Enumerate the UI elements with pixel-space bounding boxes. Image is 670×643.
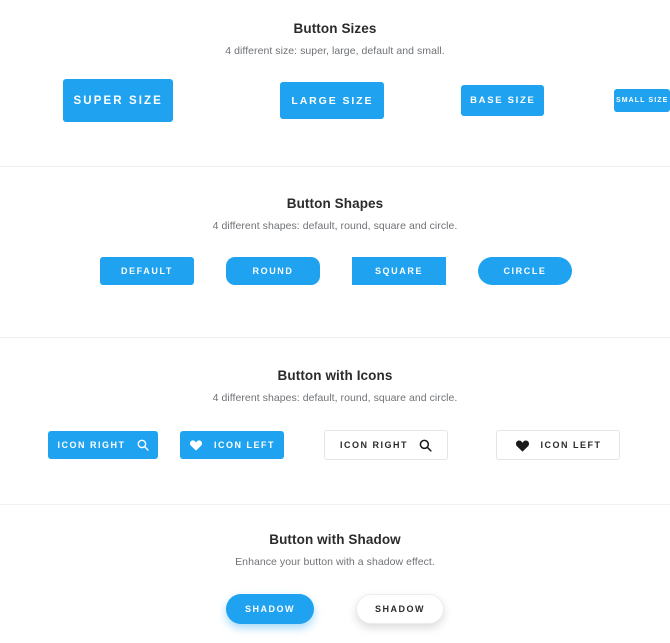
base-size-button[interactable]: BASE SIZE (461, 85, 545, 116)
circle-shape-button[interactable]: CIRCLE (478, 257, 572, 285)
square-shape-button[interactable]: SQUARE (352, 257, 446, 285)
large-size-button[interactable]: LARGE SIZE (280, 82, 385, 119)
section-subtitle: 4 different size: super, large, default … (225, 45, 445, 57)
default-shape-button[interactable]: DEFAULT (100, 257, 194, 285)
button-icons-row: ICON RIGHT ICON LEFT ICON RIGHT ICON LEF… (0, 430, 670, 460)
section-title: Button with Icons (277, 368, 393, 383)
section-subtitle: Enhance your button with a shadow effect… (235, 556, 435, 568)
button-showcase-page: Button Sizes 4 different size: super, la… (0, 0, 670, 643)
small-size-button[interactable]: SMALL SIZE (614, 89, 670, 112)
section-title: Button Sizes (293, 21, 377, 36)
icon-right-solid-button[interactable]: ICON RIGHT (48, 431, 158, 459)
section-button-with-icons: Button with Icons 4 different shapes: de… (0, 338, 670, 505)
super-size-button[interactable]: SUPER SIZE (63, 79, 174, 122)
section-title: Button Shapes (286, 196, 384, 211)
section-button-with-shadow: Button with Shadow Enhance your button w… (0, 505, 670, 643)
shadow-light-button[interactable]: SHADOW (356, 594, 444, 624)
heart-icon (189, 439, 203, 451)
button-label: ICON RIGHT (57, 440, 126, 450)
icon-left-outline-button[interactable]: ICON LEFT (496, 430, 620, 460)
section-subtitle: 4 different shapes: default, round, squa… (212, 220, 458, 232)
button-sizes-row: SUPER SIZE LARGE SIZE BASE SIZE SMALL SI… (0, 79, 670, 122)
button-shapes-row: DEFAULT ROUND SQUARE CIRCLE (0, 257, 670, 285)
section-title: Button with Shadow (269, 532, 401, 547)
heart-icon (515, 439, 530, 452)
search-icon (419, 439, 432, 452)
shadow-primary-button[interactable]: SHADOW (226, 594, 314, 624)
button-label: ICON LEFT (540, 440, 602, 450)
search-icon (137, 439, 149, 451)
section-button-shapes: Button Shapes 4 different shapes: defaul… (0, 167, 670, 338)
section-subtitle: 4 different shapes: default, round, squa… (212, 392, 458, 404)
button-label: ICON LEFT (214, 440, 275, 450)
round-shape-button[interactable]: ROUND (226, 257, 320, 285)
section-button-sizes: Button Sizes 4 different size: super, la… (0, 0, 670, 167)
button-label: ICON RIGHT (340, 440, 408, 450)
icon-right-outline-button[interactable]: ICON RIGHT (324, 430, 448, 460)
icon-left-solid-button[interactable]: ICON LEFT (180, 431, 284, 459)
button-shadow-row: SHADOW SHADOW (0, 594, 670, 624)
